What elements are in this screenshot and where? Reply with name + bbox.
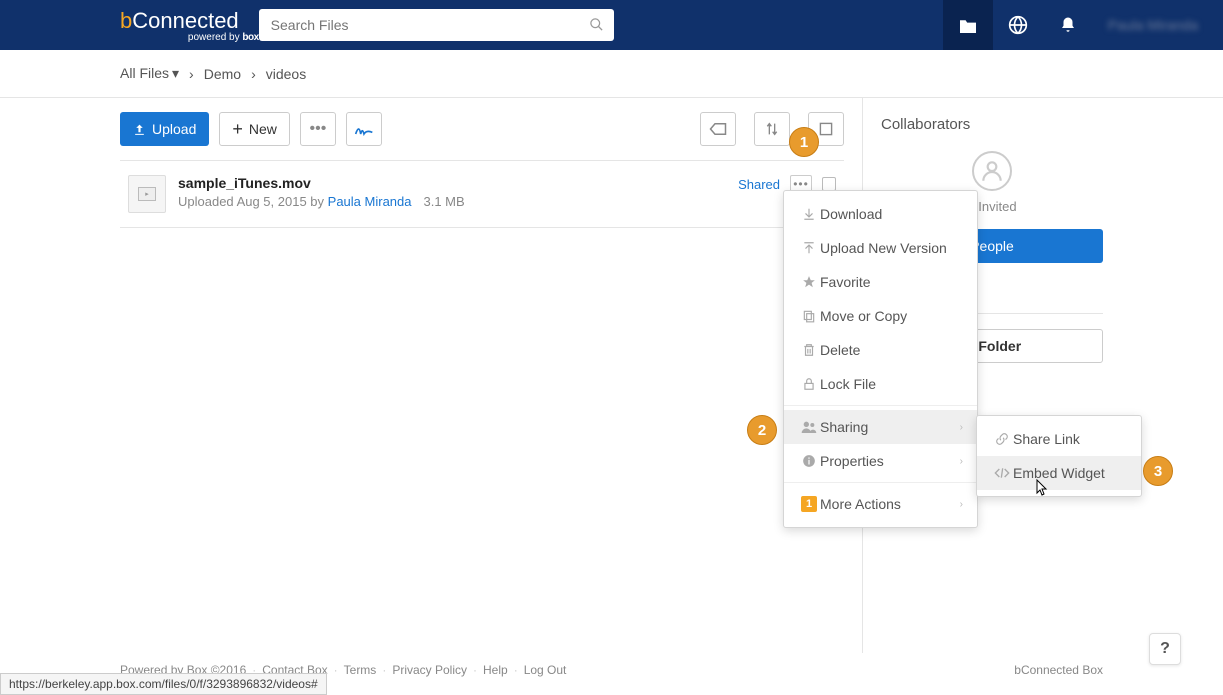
help-button[interactable]: ?: [1149, 633, 1181, 665]
file-metadata: Uploaded Aug 5, 2015 by Paula Miranda3.1…: [178, 194, 738, 209]
footer-terms[interactable]: Terms: [344, 663, 377, 677]
trash-icon: [798, 343, 820, 357]
user-menu[interactable]: Paula Miranda: [1093, 0, 1223, 50]
sort-button[interactable]: [754, 112, 790, 146]
footer-logout[interactable]: Log Out: [524, 663, 567, 677]
top-navigation: b Connected powered by box Paula Miranda: [0, 0, 1223, 50]
menu-lock[interactable]: Lock File: [784, 367, 977, 401]
toolbar: Upload + New •••: [120, 112, 844, 146]
chevron-right-icon: ›: [960, 499, 963, 510]
bell-icon[interactable]: [1043, 0, 1093, 50]
logo-text: Connected: [132, 8, 238, 34]
collaborators-heading: Collaborators: [881, 116, 1103, 133]
search-icon[interactable]: [589, 17, 604, 32]
shared-link[interactable]: Shared: [738, 177, 780, 192]
file-row[interactable]: sample_iTunes.mov Uploaded Aug 5, 2015 b…: [120, 160, 844, 228]
menu-favorite[interactable]: Favorite: [784, 265, 977, 299]
footer-help[interactable]: Help: [483, 663, 508, 677]
breadcrumb-current: videos: [266, 66, 306, 82]
copy-icon: [798, 309, 820, 323]
people-icon: [798, 420, 820, 434]
badge-icon: 1: [798, 496, 820, 512]
menu-sharing[interactable]: Sharing ›: [784, 410, 977, 444]
file-info: sample_iTunes.mov Uploaded Aug 5, 2015 b…: [178, 175, 738, 209]
breadcrumb-root[interactable]: All Files▾: [120, 65, 179, 82]
globe-icon[interactable]: [993, 0, 1043, 50]
search-input[interactable]: [259, 9, 614, 41]
menu-delete[interactable]: Delete: [784, 333, 977, 367]
file-thumbnail: [128, 175, 166, 213]
browser-status-bar: https://berkeley.app.box.com/files/0/f/3…: [0, 673, 327, 695]
download-icon: [798, 207, 820, 221]
files-icon[interactable]: [943, 0, 993, 50]
footer-privacy[interactable]: Privacy Policy: [392, 663, 467, 677]
upload-icon: [798, 241, 820, 255]
link-icon: [991, 432, 1013, 446]
breadcrumb: All Files▾ › Demo › videos: [0, 50, 1223, 98]
file-name[interactable]: sample_iTunes.mov: [178, 175, 738, 191]
chevron-right-icon: ›: [960, 422, 963, 433]
menu-more-actions[interactable]: 1 More Actions ›: [784, 487, 977, 521]
avatar-placeholder-icon: [972, 151, 1012, 191]
menu-divider: [784, 405, 977, 406]
menu-move-copy[interactable]: Move or Copy: [784, 299, 977, 333]
upload-button[interactable]: Upload: [120, 112, 209, 146]
callout-1: 1: [789, 127, 819, 157]
logo-prefix: b: [120, 8, 132, 34]
tag-button[interactable]: [700, 112, 736, 146]
chevron-right-icon: ›: [960, 456, 963, 467]
callout-2: 2: [747, 415, 777, 445]
code-icon: [991, 467, 1013, 479]
menu-divider: [784, 482, 977, 483]
search-container: [259, 9, 614, 41]
logo[interactable]: b Connected powered by box: [120, 8, 259, 43]
sign-button[interactable]: [346, 112, 382, 146]
menu-download[interactable]: Download: [784, 197, 977, 231]
topbar-right: Paula Miranda: [943, 0, 1223, 50]
callout-3: 3: [1143, 456, 1173, 486]
menu-properties[interactable]: Properties ›: [784, 444, 977, 478]
content-area: Upload + New •••: [0, 98, 1223, 653]
footer-brand: bConnected Box: [1014, 663, 1103, 677]
chevron-right-icon: ›: [189, 66, 194, 82]
star-icon: [798, 275, 820, 289]
new-button[interactable]: + New: [219, 112, 290, 146]
more-actions-button[interactable]: •••: [300, 112, 336, 146]
lock-icon: [798, 377, 820, 391]
submenu-embed-widget[interactable]: Embed Widget: [977, 456, 1141, 490]
menu-upload-version[interactable]: Upload New Version: [784, 231, 977, 265]
sharing-submenu: Share Link Embed Widget: [976, 415, 1142, 497]
context-menu: Download Upload New Version Favorite Mov…: [783, 190, 978, 528]
uploader-link[interactable]: Paula Miranda: [328, 194, 412, 209]
submenu-share-link[interactable]: Share Link: [977, 422, 1141, 456]
file-checkbox[interactable]: [822, 177, 836, 191]
main-column: Upload + New •••: [120, 98, 863, 653]
breadcrumb-mid[interactable]: Demo: [204, 66, 241, 82]
chevron-right-icon: ›: [251, 66, 256, 82]
info-icon: [798, 454, 820, 468]
